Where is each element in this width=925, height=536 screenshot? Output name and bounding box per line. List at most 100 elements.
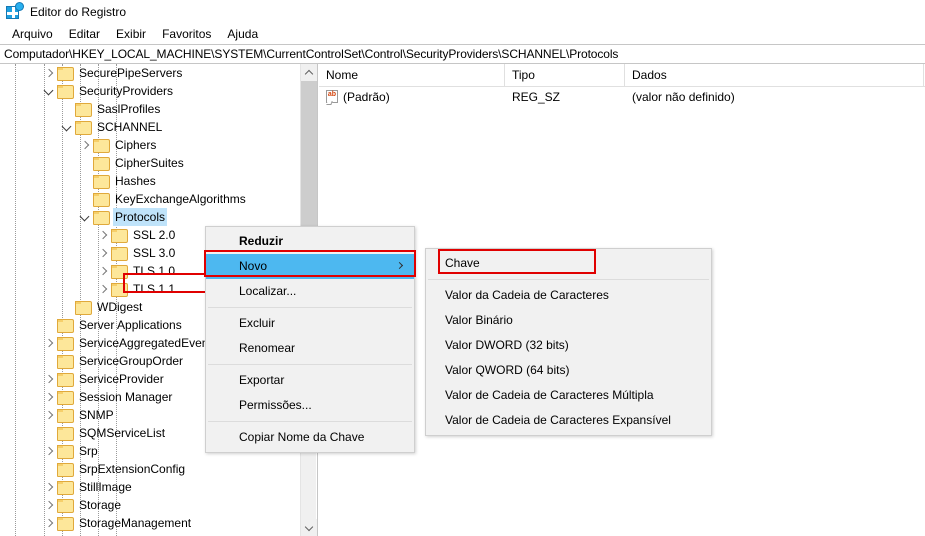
tree-item-label: SecurityProviders [79,84,174,98]
tree-item-storagemanagement[interactable]: StorageManagement [0,514,300,532]
folder-icon [57,66,74,81]
menu-item-label: Valor Binário [445,313,513,327]
menu-editar[interactable]: Editar [61,25,108,43]
submenu-item-valor-bin-rio[interactable]: Valor Binário [426,308,711,333]
tree-item-protocols[interactable]: Protocols [0,208,300,226]
chevron-right-icon[interactable] [41,406,57,424]
tree-item-stillimage[interactable]: StillImage [0,478,300,496]
folder-icon [57,480,74,495]
tree-item-label: SQMServiceList [79,426,166,440]
tree-item-securityproviders[interactable]: SecurityProviders [0,82,300,100]
chevron-right-icon[interactable] [95,244,111,262]
submenu-item-chave[interactable]: Chave [426,251,711,276]
tree-item-storage[interactable]: Storage [0,496,300,514]
tree-item-keyexchangealgorithms[interactable]: KeyExchangeAlgorithms [0,190,300,208]
tree-item-label: Server Applications [79,318,182,332]
menu-item-reduzir[interactable]: Reduzir [206,229,414,254]
title-bar: Editor do Registro [0,0,925,24]
menu-ajuda[interactable]: Ajuda [219,25,266,43]
scroll-up-arrow-icon[interactable] [301,64,317,81]
chevron-right-icon[interactable] [41,478,57,496]
context-submenu-novo[interactable]: Chave Valor da Cadeia de Caracteres Valor … [425,248,712,436]
menu-arquivo[interactable]: Arquivo [4,25,61,43]
chevron-down-icon[interactable] [41,82,57,100]
folder-icon [57,516,74,531]
folder-icon [111,228,128,243]
tree-item-label: SaslProfiles [97,102,161,116]
chevron-right-icon [395,261,404,270]
submenu-item-valor-dword-32-bits[interactable]: Valor DWORD (32 bits) [426,333,711,358]
tree-item-srpextensionconfig[interactable]: SrpExtensionConfig [0,460,300,478]
menu-item-copiar-nome-da-chave[interactable]: Copiar Nome da Chave [206,425,414,450]
tree-item-label: KeyExchangeAlgorithms [115,192,246,206]
menu-separator [208,307,412,308]
chevron-right-icon[interactable] [41,442,57,460]
context-menu[interactable]: Reduzir Novo Localizar... Excluir Renomear Ex… [205,226,415,453]
menu-item-label: Excluir [239,316,276,330]
menu-item-label: Permissões... [239,398,312,412]
menu-item-label: Chave [445,256,480,270]
submenu-item-valor-de-cadeia-de-caracteres-m-ltipla[interactable]: Valor de Cadeia de Caracteres Múltipla [426,383,711,408]
chevron-right-icon[interactable] [77,136,93,154]
cell-nome: ab (Padrão) [319,90,505,105]
tree-item-ciphers[interactable]: Ciphers [0,136,300,154]
tree-item-schannel[interactable]: SCHANNEL [0,118,300,136]
tree-item-label: TLS 1.0 [133,264,176,278]
chevron-right-icon[interactable] [41,388,57,406]
scroll-down-arrow-icon[interactable] [301,519,317,536]
tree-item-label: ServiceProvider [79,372,164,386]
table-row[interactable]: ab (Padrão) REG_SZ (valor não definido) [319,87,925,107]
menu-item-novo[interactable]: Novo [206,254,414,279]
folder-icon [57,444,74,459]
folder-icon [93,156,110,171]
folder-icon [93,138,110,153]
chevron-right-icon[interactable] [95,262,111,280]
chevron-right-icon[interactable] [95,280,111,298]
tree-item-label: ServiceGroupOrder [79,354,184,368]
registry-path: Computador\HKEY_LOCAL_MACHINE\SYSTEM\Cur… [4,47,619,61]
menu-separator [208,421,412,422]
tree-item-securepipeservers[interactable]: SecurePipeServers [0,64,300,82]
column-header-tipo[interactable]: Tipo [505,64,625,87]
submenu-item-valor-qword-64-bits[interactable]: Valor QWORD (64 bits) [426,358,711,383]
submenu-item-valor-de-cadeia-de-caracteres-expans-vel[interactable]: Valor de Cadeia de Caracteres Expansível [426,408,711,433]
menu-favoritos[interactable]: Favoritos [154,25,219,43]
tree-item-ciphersuites[interactable]: CipherSuites [0,154,300,172]
chevron-right-icon[interactable] [41,514,57,532]
folder-icon [111,246,128,261]
tree-item-saslprofiles[interactable]: SaslProfiles [0,100,300,118]
tree-item-label: TLS 1.1 [133,282,176,296]
cell-dados: (valor não definido) [632,90,735,104]
chevron-right-icon[interactable] [41,64,57,82]
tree-item-label: CipherSuites [115,156,184,170]
chevron-down-icon[interactable] [77,208,93,226]
menu-item-renomear[interactable]: Renomear [206,336,414,361]
address-bar[interactable]: Computador\HKEY_LOCAL_MACHINE\SYSTEM\Cur… [0,44,925,64]
tree-item-label: WDigest [97,300,143,314]
menu-item-exportar[interactable]: Exportar [206,368,414,393]
folder-icon [57,390,74,405]
menu-item-label: Reduzir [239,234,284,248]
menu-item-excluir[interactable]: Excluir [206,311,414,336]
submenu-item-valor-da-cadeia-de-caracteres[interactable]: Valor da Cadeia de Caracteres [426,283,711,308]
menu-item-label: Exportar [239,373,285,387]
chevron-right-icon[interactable] [41,496,57,514]
column-header-nome[interactable]: Nome [319,64,505,87]
tree-item-hashes[interactable]: Hashes [0,172,300,190]
menu-exibir[interactable]: Exibir [108,25,154,43]
chevron-right-icon[interactable] [41,370,57,388]
menu-item-label: Valor da Cadeia de Caracteres [445,288,609,302]
menu-item-permiss-es[interactable]: Permissões... [206,393,414,418]
column-header-dados[interactable]: Dados [625,64,924,87]
chevron-right-icon[interactable] [95,226,111,244]
tree-item-label: SecurePipeServers [79,66,183,80]
menu-item-label: Valor DWORD (32 bits) [445,338,569,352]
tree-item-label: Protocols [113,208,168,226]
menu-item-label: Localizar... [239,284,297,298]
menu-item-localizar[interactable]: Localizar... [206,279,414,304]
chevron-down-icon[interactable] [59,118,75,136]
chevron-right-icon[interactable] [41,334,57,352]
